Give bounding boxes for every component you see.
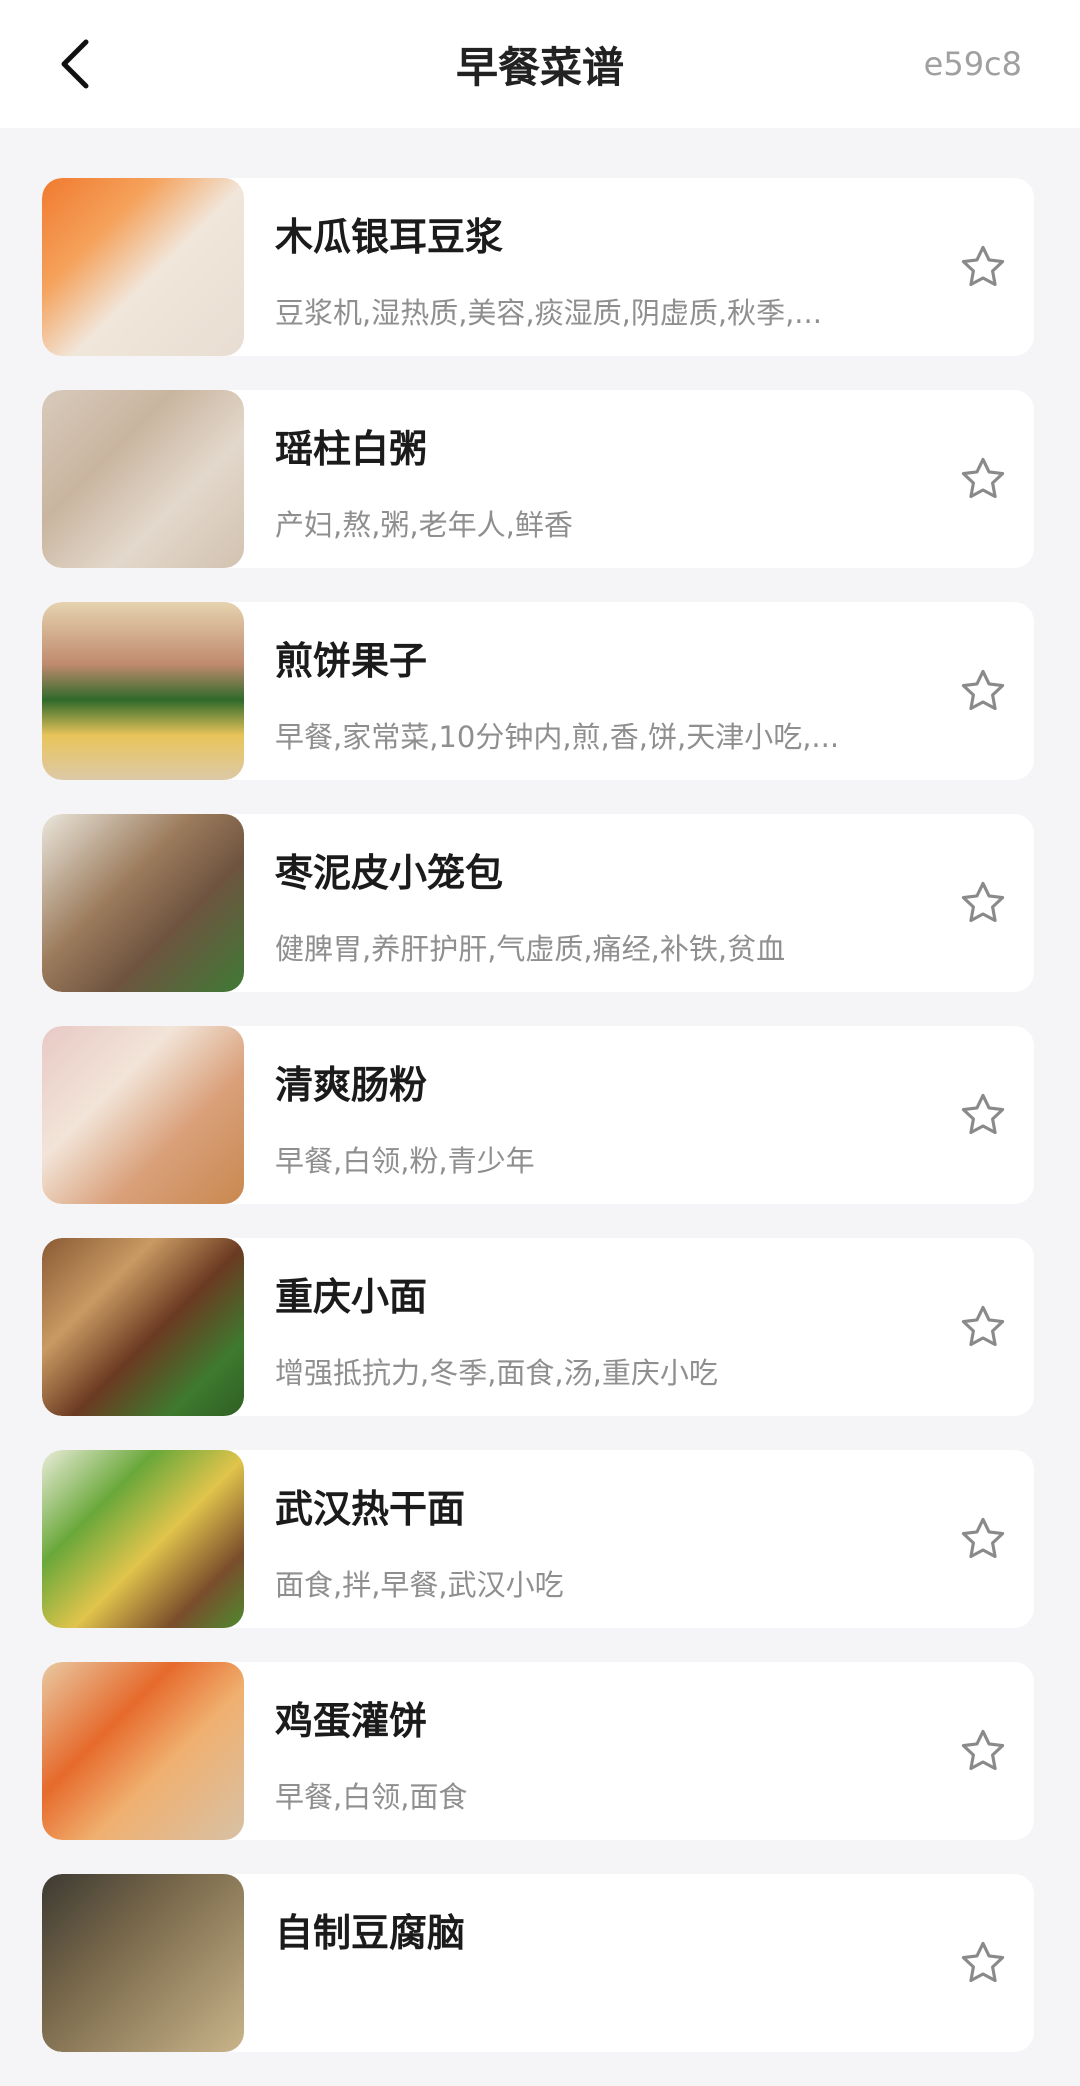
- recipe-thumbnail: [42, 1026, 244, 1204]
- favorite-button[interactable]: [956, 1512, 1010, 1566]
- recipe-tags: 增强抵抗力,冬季,面食,汤,重庆小吃: [275, 1356, 718, 1390]
- recipe-tags: 面食,拌,早餐,武汉小吃: [275, 1568, 564, 1602]
- recipe-card[interactable]: 煎饼果子早餐,家常菜,10分钟内,煎,香,饼,天津小吃,...: [42, 602, 1034, 780]
- recipe-thumbnail: [42, 814, 244, 992]
- favorite-button[interactable]: [956, 1088, 1010, 1142]
- star-outline-icon: [961, 1305, 1005, 1347]
- recipe-thumbnail: [42, 602, 244, 780]
- recipe-name: 鸡蛋灌饼: [275, 1699, 428, 1743]
- recipe-tags: 健脾胃,养肝护肝,气虚质,痛经,补铁,贫血: [275, 932, 786, 966]
- recipe-card[interactable]: 鸡蛋灌饼早餐,白领,面食: [42, 1662, 1034, 1840]
- recipe-card[interactable]: 自制豆腐脑: [42, 1874, 1034, 2052]
- recipe-thumbnail: [42, 1450, 244, 1628]
- recipe-name: 武汉热干面: [275, 1487, 466, 1531]
- recipe-name: 煎饼果子: [275, 639, 428, 683]
- star-outline-icon: [961, 1729, 1005, 1771]
- recipe-thumbnail: [42, 178, 244, 356]
- recipe-card[interactable]: 清爽肠粉早餐,白领,粉,青少年: [42, 1026, 1034, 1204]
- favorite-button[interactable]: [956, 1300, 1010, 1354]
- favorite-button[interactable]: [956, 1936, 1010, 1990]
- star-outline-icon: [961, 1093, 1005, 1135]
- star-outline-icon: [961, 457, 1005, 499]
- recipe-name: 清爽肠粉: [275, 1063, 428, 1107]
- favorite-button[interactable]: [956, 876, 1010, 930]
- star-outline-icon: [961, 1517, 1005, 1559]
- star-outline-icon: [961, 669, 1005, 711]
- recipe-tags: 豆浆机,湿热质,美容,痰湿质,阴虚质,秋季,...: [275, 296, 822, 330]
- recipe-thumbnail: [42, 1662, 244, 1840]
- recipe-list: 木瓜银耳豆浆豆浆机,湿热质,美容,痰湿质,阴虚质,秋季,... 瑶柱白粥产妇,熬,…: [42, 178, 1034, 2086]
- recipe-card[interactable]: 武汉热干面面食,拌,早餐,武汉小吃: [42, 1450, 1034, 1628]
- recipe-card[interactable]: 重庆小面增强抵抗力,冬季,面食,汤,重庆小吃: [42, 1238, 1034, 1416]
- recipe-tags: 产妇,熬,粥,老年人,鲜香: [275, 508, 573, 542]
- recipe-name: 木瓜银耳豆浆: [275, 215, 504, 259]
- favorite-button[interactable]: [956, 240, 1010, 294]
- recipe-tags: 早餐,白领,粉,青少年: [275, 1144, 535, 1178]
- recipe-name: 瑶柱白粥: [275, 427, 428, 471]
- recipe-tags: 早餐,白领,面食: [275, 1780, 468, 1814]
- favorite-button[interactable]: [956, 664, 1010, 718]
- recipe-card[interactable]: 木瓜银耳豆浆豆浆机,湿热质,美容,痰湿质,阴虚质,秋季,...: [42, 178, 1034, 356]
- header-code[interactable]: e59c8: [924, 0, 1022, 128]
- star-outline-icon: [961, 1941, 1005, 1983]
- top-bar: 早餐菜谱 e59c8: [0, 0, 1080, 128]
- recipe-card[interactable]: 瑶柱白粥产妇,熬,粥,老年人,鲜香: [42, 390, 1034, 568]
- recipe-name: 枣泥皮小笼包: [275, 851, 504, 895]
- star-outline-icon: [961, 245, 1005, 287]
- favorite-button[interactable]: [956, 1724, 1010, 1778]
- page-title: 早餐菜谱: [455, 42, 624, 92]
- star-outline-icon: [961, 881, 1005, 923]
- recipe-thumbnail: [42, 390, 244, 568]
- favorite-button[interactable]: [956, 452, 1010, 506]
- recipe-thumbnail: [42, 1238, 244, 1416]
- recipe-thumbnail: [42, 1874, 244, 2052]
- recipe-name: 重庆小面: [275, 1275, 428, 1319]
- recipe-name: 自制豆腐脑: [275, 1911, 466, 1955]
- recipe-tags: 早餐,家常菜,10分钟内,煎,香,饼,天津小吃,...: [275, 720, 840, 754]
- recipe-card[interactable]: 枣泥皮小笼包健脾胃,养肝护肝,气虚质,痛经,补铁,贫血: [42, 814, 1034, 992]
